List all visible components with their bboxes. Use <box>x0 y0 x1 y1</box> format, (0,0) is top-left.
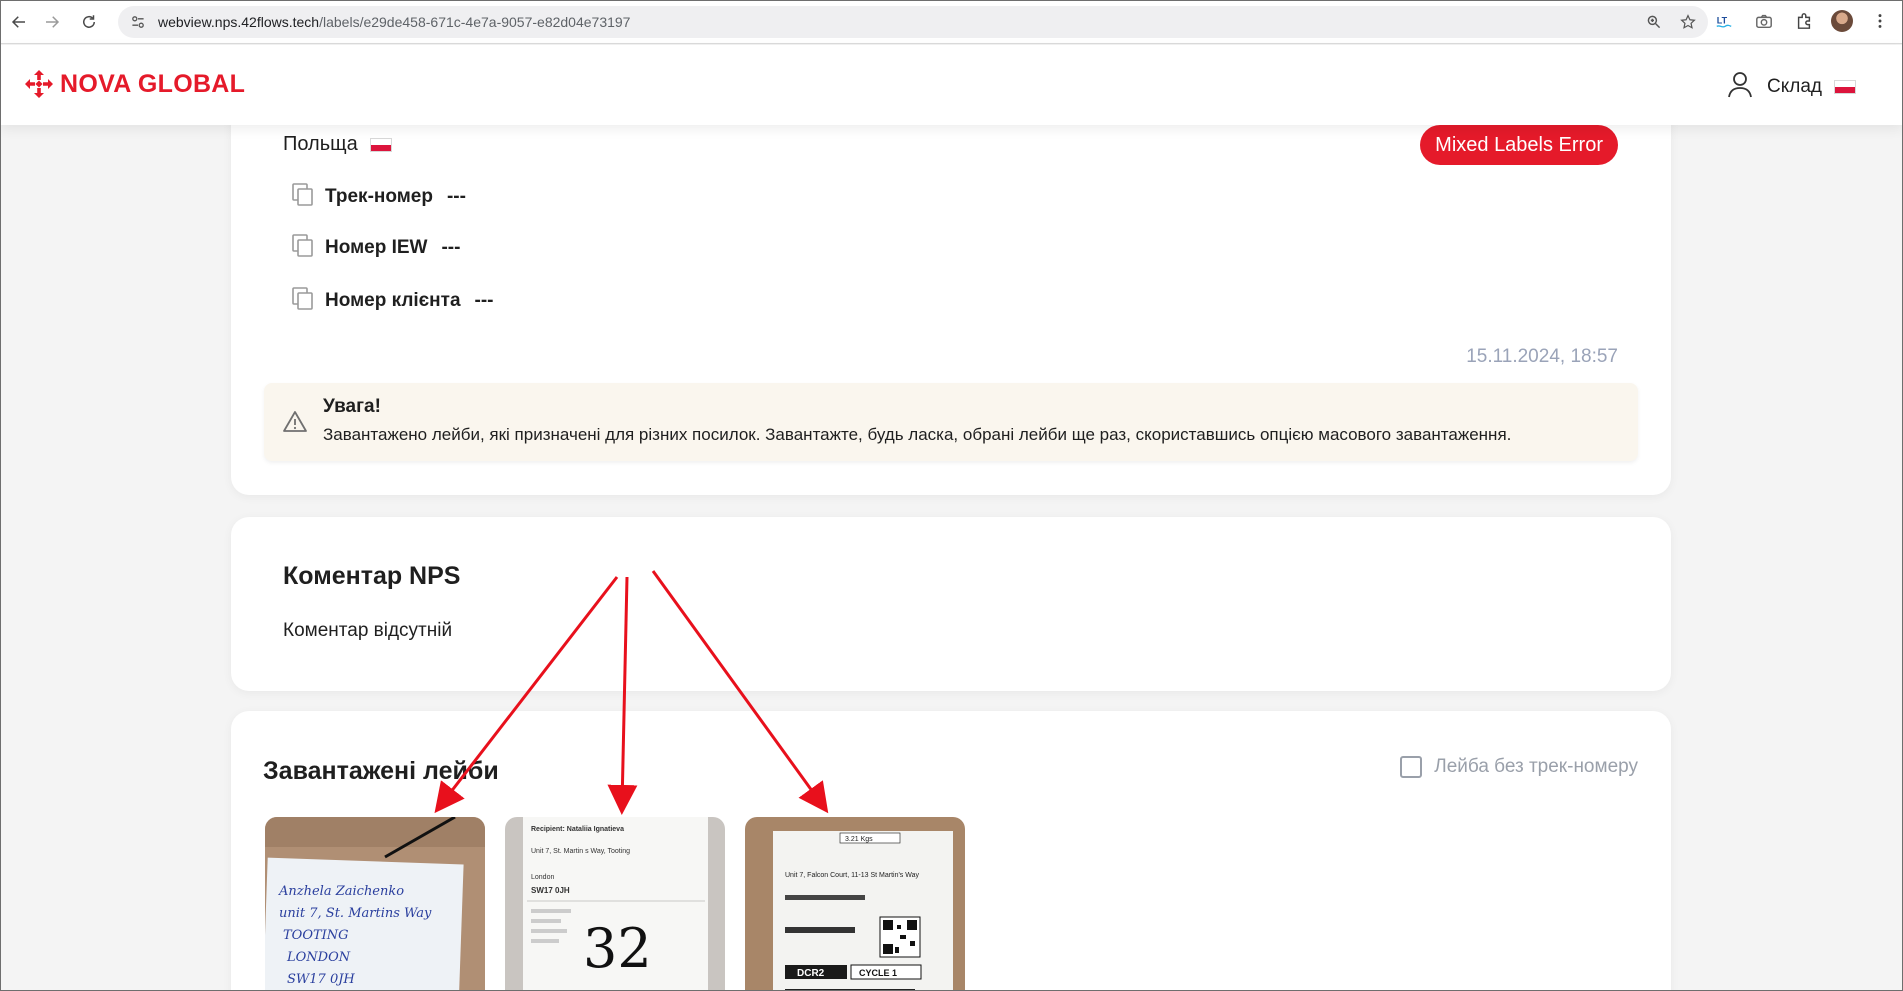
logo-text: NOVA GLOBAL <box>60 69 246 98</box>
error-status-badge: Mixed Labels Error <box>1420 125 1618 165</box>
iew-number-row: Номер IEW --- <box>289 231 460 265</box>
warning-triangle-icon <box>283 411 307 432</box>
no-tracking-checkbox[interactable] <box>1400 756 1423 778</box>
label-city: London <box>531 874 554 881</box>
bookmark-star-icon[interactable] <box>1676 10 1700 34</box>
checkbox-label[interactable]: Лейба без трек-номеру <box>1434 756 1638 778</box>
logo[interactable]: NOVA GLOBAL <box>24 69 245 99</box>
extensions-icon[interactable] <box>1791 8 1817 34</box>
label-weight: 3.21 Kgs <box>845 836 873 843</box>
handwritten-number: 32 <box>583 917 652 980</box>
parcel-info-card: Польща Mixed Labels Error Трек-номер ---… <box>231 100 1671 495</box>
field-label: Номер клієнта <box>325 290 461 311</box>
user-icon[interactable] <box>1725 69 1755 104</box>
handwritten-line: LONDON <box>286 950 351 965</box>
country-name: Польща <box>283 133 358 155</box>
handwritten-line: TOOTING <box>283 928 349 943</box>
copy-icon[interactable] <box>289 180 317 214</box>
warehouse-label[interactable]: Склад <box>1767 76 1822 98</box>
label-recipient: Recipient: Nataliia Ignatieva <box>531 826 624 833</box>
field-value: --- <box>474 290 494 311</box>
warning-alert: Увага! Завантажено лейби, які призначені… <box>264 383 1638 461</box>
nps-comment-card: Коментар NPS Коментар відсутній <box>231 517 1671 691</box>
label-image-2[interactable]: Recipient: Nataliia Ignatieva Unit 7, St… <box>505 817 725 991</box>
language-tool-icon[interactable]: LT <box>1711 8 1737 34</box>
label-address: Unit 7, St. Martin s Way, Tooting <box>531 848 630 855</box>
poland-flag-icon <box>369 137 392 152</box>
label-cycle: CYCLE 1 <box>859 968 897 978</box>
menu-dots-icon[interactable] <box>1867 8 1893 34</box>
field-value: --- <box>441 237 461 258</box>
poland-flag-icon[interactable] <box>1834 79 1856 94</box>
warning-text: Завантажено лейби, які призначені для рі… <box>323 425 1512 444</box>
profile-avatar[interactable] <box>1831 10 1853 32</box>
label-postcode: SW17 0JH <box>531 886 570 895</box>
app-header: NOVA GLOBAL Склад <box>0 45 1903 125</box>
copy-icon[interactable] <box>289 284 317 318</box>
field-label: Трек-номер <box>325 186 433 207</box>
comment-title: Коментар NPS <box>283 562 461 590</box>
labels-title: Завантажені лейби <box>263 757 499 785</box>
field-value: --- <box>446 186 466 207</box>
tracking-number-row: Трек-номер --- <box>289 180 466 214</box>
camera-icon[interactable] <box>1751 8 1777 34</box>
label-image-1[interactable]: Anzhela Zaichenko unit 7, St. Martins Wa… <box>265 817 485 991</box>
nova-logo-icon <box>25 70 53 98</box>
zoom-icon[interactable] <box>1642 10 1666 34</box>
user-menu[interactable]: Склад <box>1725 69 1856 104</box>
address-bar[interactable]: webview.nps.42flows.tech/labels/e29de458… <box>118 6 1708 38</box>
copy-icon[interactable] <box>289 231 317 265</box>
handwritten-line: SW17 0JH <box>287 972 355 987</box>
client-number-row: Номер клієнта --- <box>289 284 494 318</box>
forward-icon[interactable] <box>37 7 67 37</box>
no-tracking-checkbox-row[interactable]: Лейба без трек-номеру <box>1400 756 1638 778</box>
label-station: DCR2 <box>797 968 825 979</box>
field-label: Номер IEW <box>325 237 428 258</box>
svg-text:LT: LT <box>1717 16 1728 26</box>
handwritten-line: Anzhela Zaichenko <box>278 884 404 899</box>
comment-text: Коментар відсутній <box>283 620 453 641</box>
warning-title: Увага! <box>323 396 381 417</box>
back-icon[interactable] <box>4 7 34 37</box>
uploaded-labels-card: Завантажені лейби Лейба без трек-номеру … <box>231 711 1671 991</box>
url-text[interactable]: webview.nps.42flows.tech/labels/e29de458… <box>158 14 630 30</box>
timestamp: 15.11.2024, 18:57 <box>1466 346 1618 367</box>
handwritten-line: unit 7, St. Martins Way <box>279 906 432 921</box>
label-address: Unit 7, Falcon Court, 11-13 St Martin's … <box>785 872 919 879</box>
browser-toolbar: webview.nps.42flows.tech/labels/e29de458… <box>0 0 1903 44</box>
country-row: Польща <box>283 133 392 156</box>
reload-icon[interactable] <box>74 7 104 37</box>
label-image-3[interactable]: 3.21 Kgs Unit 7, Falcon Court, 11-13 St … <box>745 817 965 991</box>
site-settings-icon[interactable] <box>128 12 148 32</box>
